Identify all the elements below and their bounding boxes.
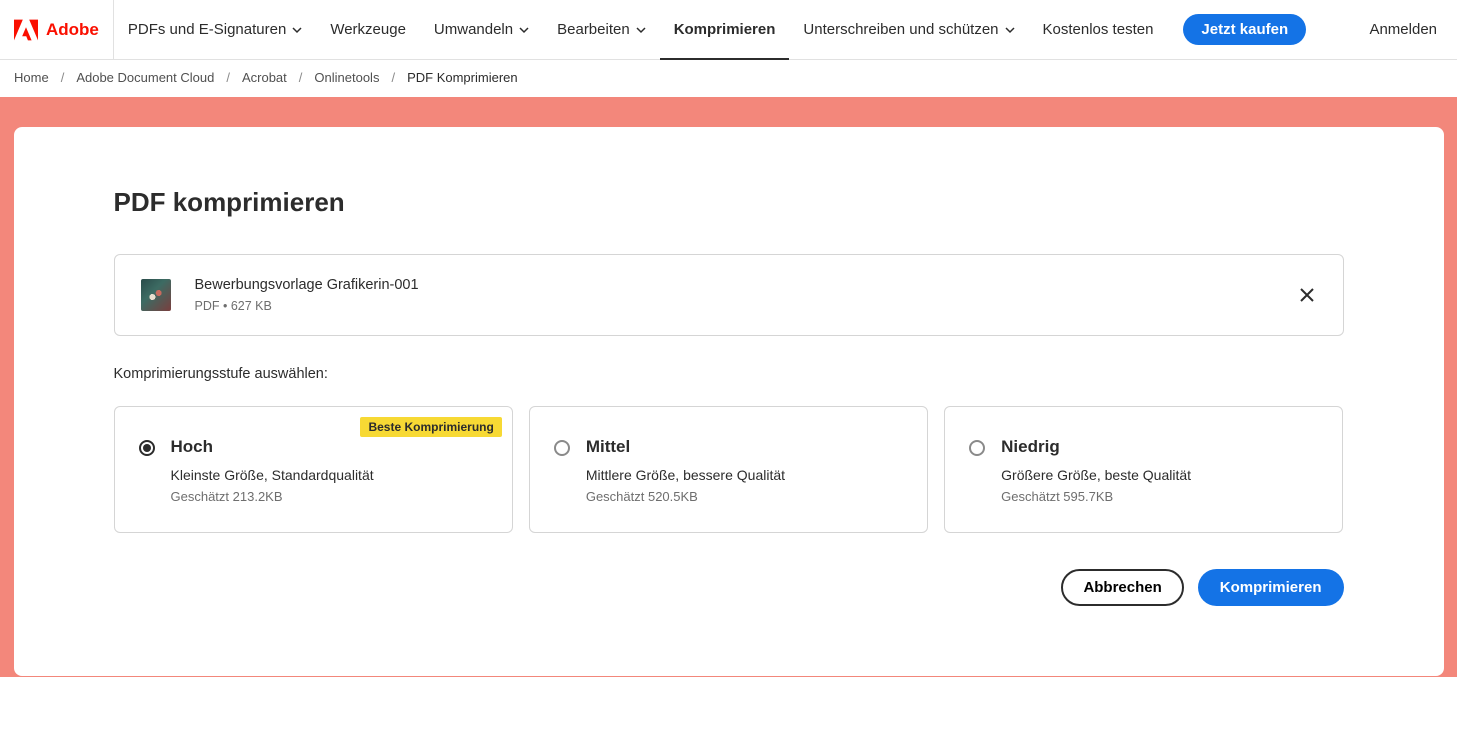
- action-buttons: Abbrechen Komprimieren: [114, 569, 1344, 606]
- option-mittel[interactable]: Mittel Mittlere Größe, bessere Qualität …: [529, 406, 928, 533]
- close-icon[interactable]: [1297, 285, 1317, 305]
- option-title: Mittel: [586, 437, 903, 457]
- banner-area: PDF komprimieren Bewerbungsvorlage Grafi…: [0, 97, 1457, 677]
- radio-niedrig[interactable]: [969, 440, 985, 456]
- nav-items: PDFs und E-Signaturen Werkzeuge Umwandel…: [114, 0, 1168, 59]
- nav-werkzeuge[interactable]: Werkzeuge: [316, 0, 420, 59]
- option-desc: Kleinste Größe, Standardqualität: [171, 467, 488, 483]
- radio-mittel[interactable]: [554, 440, 570, 456]
- crumb-separator: /: [61, 70, 65, 85]
- nav-label: Umwandeln: [434, 21, 513, 38]
- buy-now-button[interactable]: Jetzt kaufen: [1183, 14, 1306, 45]
- option-desc: Größere Größe, beste Qualität: [1001, 467, 1318, 483]
- breadcrumb: Home / Adobe Document Cloud / Acrobat / …: [0, 60, 1457, 97]
- nav-pdfs-esignatures[interactable]: PDFs und E-Signaturen: [114, 0, 316, 59]
- nav-label: Komprimieren: [674, 21, 776, 38]
- adobe-logo-icon: [14, 19, 38, 41]
- nav-label: Werkzeuge: [330, 21, 406, 38]
- compression-options: Beste Komprimierung Hoch Kleinste Größe,…: [114, 406, 1344, 533]
- chevron-down-icon: [519, 25, 529, 35]
- chevron-down-icon: [636, 25, 646, 35]
- page-title: PDF komprimieren: [114, 187, 1344, 218]
- cancel-button[interactable]: Abbrechen: [1061, 569, 1183, 606]
- chevron-down-icon: [292, 25, 302, 35]
- file-name: Bewerbungsvorlage Grafikerin-001: [195, 277, 1273, 293]
- top-nav: Adobe PDFs und E-Signaturen Werkzeuge Um…: [0, 0, 1457, 60]
- option-title: Hoch: [171, 437, 488, 457]
- option-estimate: Geschätzt 520.5KB: [586, 489, 903, 504]
- login-link[interactable]: Anmelden: [1349, 21, 1457, 38]
- chevron-down-icon: [1005, 25, 1015, 35]
- crumb-onlinetools[interactable]: Onlinetools: [314, 70, 379, 85]
- main-card: PDF komprimieren Bewerbungsvorlage Grafi…: [14, 127, 1444, 676]
- option-body: Hoch Kleinste Größe, Standardqualität Ge…: [171, 437, 488, 504]
- nav-label: Bearbeiten: [557, 21, 630, 38]
- option-niedrig[interactable]: Niedrig Größere Größe, beste Qualität Ge…: [944, 406, 1343, 533]
- file-meta: PDF • 627 KB: [195, 299, 1273, 313]
- nav-label: Kostenlos testen: [1043, 21, 1154, 38]
- crumb-current: PDF Komprimieren: [407, 70, 518, 85]
- option-body: Mittel Mittlere Größe, bessere Qualität …: [586, 437, 903, 504]
- option-hoch[interactable]: Beste Komprimierung Hoch Kleinste Größe,…: [114, 406, 513, 533]
- crumb-document-cloud[interactable]: Adobe Document Cloud: [76, 70, 214, 85]
- file-thumbnail: [141, 279, 171, 311]
- crumb-separator: /: [391, 70, 395, 85]
- nav-kostenlos-testen[interactable]: Kostenlos testen: [1029, 0, 1168, 59]
- crumb-separator: /: [226, 70, 230, 85]
- nav-bearbeiten[interactable]: Bearbeiten: [543, 0, 660, 59]
- nav-label: Unterschreiben und schützen: [803, 21, 998, 38]
- file-info: Bewerbungsvorlage Grafikerin-001 PDF • 6…: [195, 277, 1273, 313]
- brand[interactable]: Adobe: [0, 0, 114, 59]
- nav-unterschreiben[interactable]: Unterschreiben und schützen: [789, 0, 1028, 59]
- crumb-acrobat[interactable]: Acrobat: [242, 70, 287, 85]
- option-estimate: Geschätzt 595.7KB: [1001, 489, 1318, 504]
- option-body: Niedrig Größere Größe, beste Qualität Ge…: [1001, 437, 1318, 504]
- brand-name: Adobe: [46, 20, 99, 40]
- option-desc: Mittlere Größe, bessere Qualität: [586, 467, 903, 483]
- uploaded-file-box: Bewerbungsvorlage Grafikerin-001 PDF • 6…: [114, 254, 1344, 336]
- crumb-separator: /: [299, 70, 303, 85]
- nav-umwandeln[interactable]: Umwandeln: [420, 0, 543, 59]
- nav-komprimieren[interactable]: Komprimieren: [660, 0, 790, 59]
- crumb-home[interactable]: Home: [14, 70, 49, 85]
- best-compression-badge: Beste Komprimierung: [360, 417, 501, 437]
- compress-button[interactable]: Komprimieren: [1198, 569, 1344, 606]
- option-title: Niedrig: [1001, 437, 1318, 457]
- radio-hoch[interactable]: [139, 440, 155, 456]
- nav-label: PDFs und E-Signaturen: [128, 21, 286, 38]
- compression-level-label: Komprimierungsstufe auswählen:: [114, 366, 1344, 382]
- option-estimate: Geschätzt 213.2KB: [171, 489, 488, 504]
